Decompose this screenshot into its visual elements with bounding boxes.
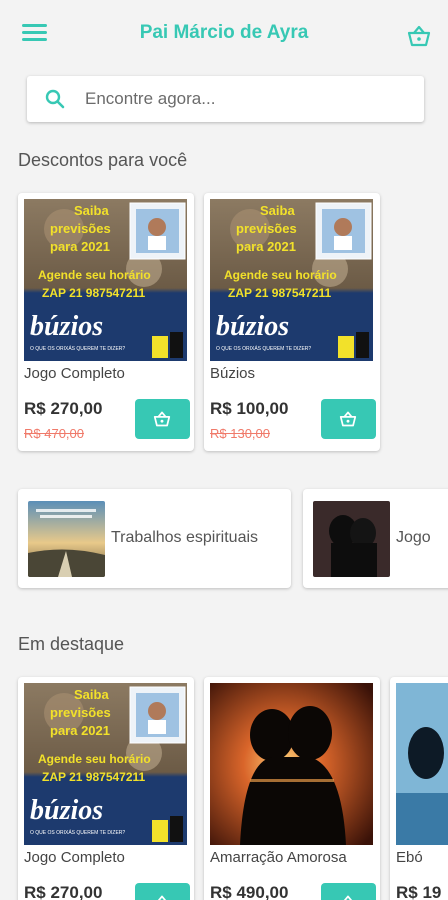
product-price: R$ 490,00: [210, 883, 289, 900]
banner-line5: ZAP 21 987547211: [42, 770, 146, 784]
category-label: Trabalhos espirituais: [111, 529, 259, 546]
banner-line1: Saiba: [74, 687, 109, 702]
banner-line3: para 2021: [50, 723, 110, 738]
basket-icon[interactable]: [407, 25, 431, 47]
banner-line1: Saiba: [260, 203, 295, 218]
category-label: Jogo: [396, 529, 431, 546]
add-to-basket-button[interactable]: [135, 883, 190, 900]
top-bar: Pai Márcio de Ayra: [0, 0, 448, 68]
banner-line4: Agende seu horário: [38, 752, 151, 766]
search-bar[interactable]: [27, 76, 424, 122]
category-jogo[interactable]: Jogo: [303, 489, 448, 588]
discount-card-buzios[interactable]: Saiba previsões para 2021 Agende seu hor…: [204, 193, 380, 451]
banner-line2: previsões: [236, 221, 297, 236]
banner-brand: búzios: [216, 311, 289, 342]
banner-brand: búzios: [30, 795, 103, 826]
discounts-title: Descontos para você: [18, 150, 188, 170]
product-price: R$ 100,00: [210, 399, 289, 418]
category-image: [313, 501, 390, 577]
category-image: [28, 501, 105, 577]
banner-tagline: O QUE OS ORIXÁS QUEREM TE DIZER?: [30, 345, 125, 352]
banner-line5: ZAP 21 987547211: [42, 286, 146, 300]
banner-tagline: O QUE OS ORIXÁS QUEREM TE DIZER?: [30, 829, 125, 836]
product-image: Saiba previsões para 2021 Agende seu hor…: [210, 199, 373, 361]
product-image: Saiba previsões para 2021 Agende seu hor…: [24, 199, 187, 361]
product-image: [210, 683, 373, 845]
product-name: Jogo Completo: [24, 365, 125, 382]
product-name: Jogo Completo: [24, 849, 125, 866]
product-price: R$ 19: [396, 883, 442, 900]
category-trabalhos-espirituais[interactable]: Trabalhos espirituais: [18, 489, 291, 588]
banner-line4: Agende seu horário: [38, 268, 151, 282]
banner-line4: Agende seu horário: [224, 268, 337, 282]
banner-line2: previsões: [50, 705, 111, 720]
product-old-price: R$ 130,00: [210, 426, 270, 441]
product-name: Ebó: [396, 849, 423, 866]
discount-card-jogo-completo[interactable]: Saiba previsões para 2021 Agende seu hor…: [18, 193, 194, 451]
banner-line3: para 2021: [236, 239, 296, 254]
featured-card-amarracao-amorosa[interactable]: Amarração Amorosa R$ 490,00: [204, 677, 380, 900]
basket-icon: [339, 411, 357, 427]
add-to-basket-button[interactable]: [321, 399, 376, 439]
banner-line3: para 2021: [50, 239, 110, 254]
search-input[interactable]: [85, 76, 405, 122]
product-name: Amarração Amorosa: [210, 849, 347, 866]
product-image: [396, 683, 448, 845]
banner-line1: Saiba: [74, 203, 109, 218]
product-price: R$ 270,00: [24, 399, 103, 418]
basket-icon: [154, 895, 170, 900]
banner-line2: previsões: [50, 221, 111, 236]
featured-card-ebo[interactable]: Ebó R$ 19: [390, 677, 448, 900]
featured-card-jogo-completo[interactable]: Saiba previsões para 2021 Agende seu hor…: [18, 677, 194, 900]
add-to-basket-button[interactable]: [321, 883, 376, 900]
add-to-basket-button[interactable]: [135, 399, 190, 439]
product-name: Búzios: [210, 365, 256, 382]
product-price: R$ 270,00: [24, 883, 103, 900]
banner-line5: ZAP 21 987547211: [228, 286, 332, 300]
product-old-price: R$ 470,00: [24, 426, 84, 441]
basket-icon: [153, 411, 171, 427]
app-title: Pai Márcio de Ayra: [139, 22, 309, 43]
search-icon: [45, 89, 65, 109]
banner-brand: búzios: [30, 311, 103, 342]
basket-icon: [340, 895, 356, 900]
featured-title: Em destaque: [18, 634, 125, 654]
product-image: Saiba previsões para 2021 Agende seu hor…: [24, 683, 187, 845]
banner-tagline: O QUE OS ORIXÁS QUEREM TE DIZER?: [216, 345, 311, 352]
